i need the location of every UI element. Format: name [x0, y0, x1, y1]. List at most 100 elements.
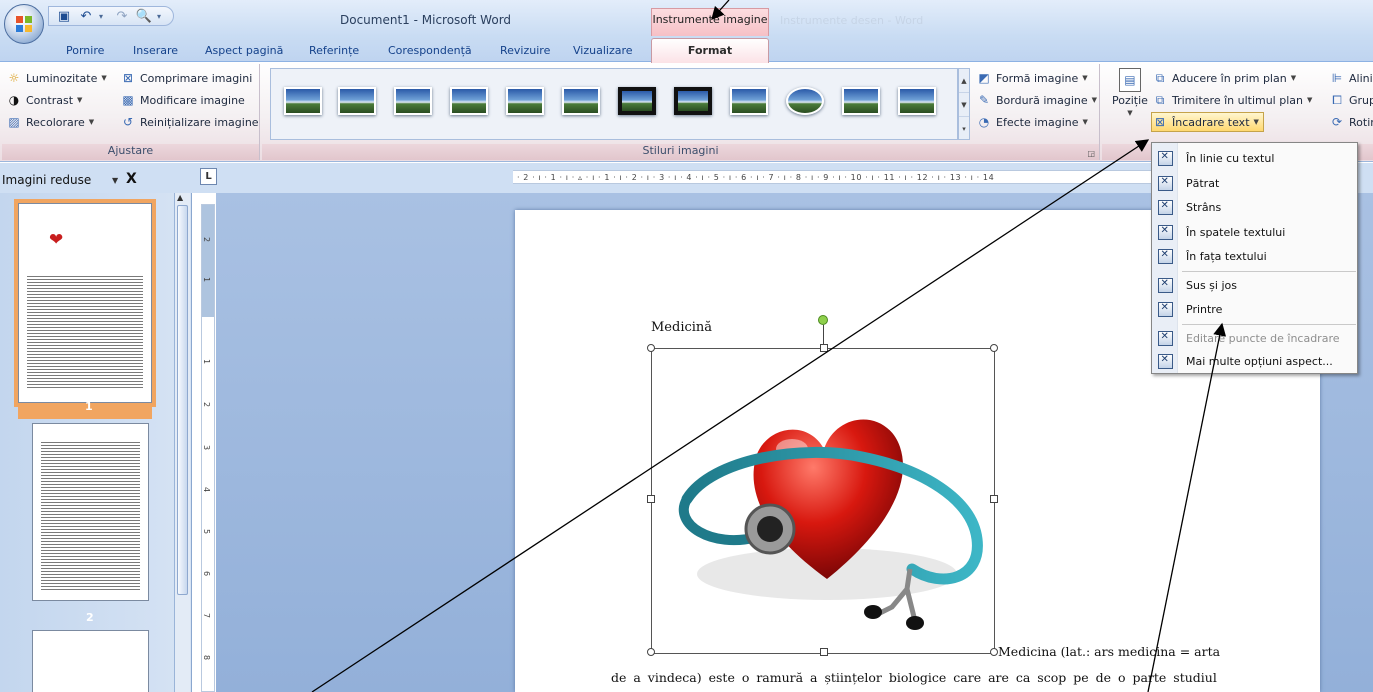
- scroll-thumb[interactable]: [177, 205, 188, 595]
- resize-handle[interactable]: [820, 648, 828, 656]
- tab-aspect-pagina[interactable]: Aspect pagină: [205, 44, 283, 57]
- document-text-line-2[interactable]: de a vindeca) este o ramură a științelor…: [611, 670, 1217, 685]
- sun-icon: ☼: [8, 71, 20, 85]
- redo-icon[interactable]: ↷: [113, 8, 131, 24]
- text-wrap-icon: ⊠: [1154, 115, 1166, 129]
- heart-thumbnail-icon: ❤: [49, 230, 64, 250]
- picture-styles-gallery: [270, 68, 958, 140]
- vertical-ruler[interactable]: 2 1 1 2 3 4 5 6 7 8: [201, 204, 215, 692]
- page-number-1: 1: [85, 400, 93, 413]
- scroll-up-icon[interactable]: ▲: [177, 193, 183, 202]
- picture-style-8[interactable]: [671, 81, 715, 121]
- resize-handle[interactable]: [647, 495, 655, 503]
- window-title: Document1 - Microsoft Word: [340, 13, 512, 27]
- menu-item-behind-text[interactable]: În spatele textului: [1152, 220, 1357, 244]
- picture-border-button[interactable]: ✎ Bordură imagine ▼: [976, 90, 1097, 110]
- document-text-line-1[interactable]: Medicina (lat.: ars medicina = arta: [998, 644, 1220, 659]
- picture-style-2[interactable]: [335, 81, 379, 121]
- picture-style-4[interactable]: [447, 81, 491, 121]
- picture-effects-button[interactable]: ◔ Efecte imagine ▼: [976, 112, 1088, 132]
- menu-item-more-layout-options[interactable]: Mai multe opțiuni aspect...: [1152, 349, 1357, 373]
- save-icon[interactable]: ▣: [55, 8, 73, 24]
- horizontal-ruler[interactable]: · 2 · ı · 1 · ı · ▵ · ı · 1 · ı · 2 · ı …: [513, 170, 1168, 184]
- tab-revizuire[interactable]: Revizuire: [500, 44, 550, 57]
- thumbnails-dropdown-icon[interactable]: ▼: [112, 176, 118, 185]
- picture-style-3[interactable]: [391, 81, 435, 121]
- rotate-button[interactable]: ⟳ Rotire▼: [1329, 112, 1373, 132]
- group-label-adjust: Ajustare: [2, 144, 259, 160]
- undo-icon[interactable]: ↶: [77, 8, 95, 24]
- resize-handle[interactable]: [820, 344, 828, 352]
- gallery-more-icon[interactable]: ▾: [959, 117, 969, 141]
- compress-pictures-button[interactable]: ⊠ Comprimare imagini: [120, 68, 252, 88]
- page-thumbnail-1[interactable]: ❤: [14, 199, 156, 407]
- context-tab-group-label: Instrumente imagine: [651, 8, 769, 36]
- resize-handle[interactable]: [990, 648, 998, 656]
- bring-to-front-button[interactable]: ⧉ Aducere în prim plan ▼: [1152, 68, 1296, 88]
- align-button[interactable]: ⊫ Aliniere: [1329, 68, 1373, 88]
- top-bottom-wrap-icon: [1152, 277, 1178, 293]
- picture-style-9[interactable]: [727, 81, 771, 121]
- shape-icon: ◩: [978, 71, 990, 85]
- picture-style-7[interactable]: [615, 81, 659, 121]
- group-label-picture-styles: Stiluri imagini: [262, 144, 1099, 160]
- print-preview-icon[interactable]: 🔍: [135, 8, 153, 24]
- document-heading[interactable]: Medicină: [651, 320, 712, 335]
- text-wrapping-menu: În linie cu textul Pătrat Strâns În spat…: [1151, 142, 1358, 374]
- position-button[interactable]: ▤ Poziție ▼: [1112, 68, 1148, 117]
- group-picture-styles: ▲ ▼ ▾ ◩ Formă imagine ▼ ✎ Bordură imagine…: [262, 64, 1100, 160]
- tab-format[interactable]: Format: [651, 38, 769, 63]
- menu-item-tight[interactable]: Strâns: [1152, 195, 1357, 219]
- office-button[interactable]: [4, 4, 44, 44]
- undo-dropdown-icon[interactable]: ▾: [99, 12, 109, 21]
- picture-shape-button[interactable]: ◩ Formă imagine ▼: [976, 68, 1087, 88]
- picture-style-10[interactable]: [783, 81, 827, 121]
- tab-inserare[interactable]: Inserare: [133, 44, 178, 57]
- recolor-icon: ▨: [8, 115, 20, 129]
- change-picture-button[interactable]: ▩ Modificare imagine: [120, 90, 244, 110]
- recolor-button[interactable]: ▨ Recolorare ▼: [6, 112, 94, 132]
- close-icon[interactable]: X: [126, 171, 137, 187]
- picture-style-12[interactable]: [895, 81, 939, 121]
- text-wrapping-button[interactable]: ⊠ Încadrare text ▼: [1151, 112, 1264, 132]
- customize-qat-icon[interactable]: ▾: [157, 12, 167, 21]
- page-number-2: 2: [86, 611, 94, 624]
- thumbnails-scrollbar[interactable]: ▲: [174, 193, 190, 692]
- tab-corespondenta[interactable]: Corespondență: [388, 44, 472, 57]
- heart-stethoscope-image: [678, 419, 983, 630]
- menu-item-in-front-of-text[interactable]: În fața textului: [1152, 244, 1357, 268]
- reset-picture-button[interactable]: ↺ Reinițializare imagine: [120, 112, 259, 132]
- selected-picture[interactable]: [647, 344, 998, 656]
- picture-style-1[interactable]: [281, 81, 325, 121]
- send-to-back-button[interactable]: ⧉ Trimitere în ultimul plan ▼: [1152, 90, 1313, 110]
- ribbon-tabs: Pornire Inserare Aspect pagină Referințe…: [0, 36, 1373, 63]
- menu-item-square[interactable]: Pătrat: [1152, 171, 1357, 195]
- gallery-scroll[interactable]: ▲ ▼ ▾: [958, 68, 970, 140]
- gallery-up-icon[interactable]: ▲: [959, 69, 969, 93]
- menu-item-inline-with-text[interactable]: În linie cu textul: [1152, 146, 1357, 170]
- picture-style-11[interactable]: [839, 81, 883, 121]
- resize-handle[interactable]: [990, 495, 998, 503]
- rotate-icon: ⟳: [1331, 115, 1343, 129]
- resize-handle[interactable]: [647, 344, 655, 352]
- dialog-launcher-icon[interactable]: ◲: [1087, 149, 1095, 158]
- menu-item-through[interactable]: Printre: [1152, 297, 1357, 321]
- effects-icon: ◔: [978, 115, 990, 129]
- thumbnail-text-lines: [41, 440, 140, 590]
- picture-style-6[interactable]: [559, 81, 603, 121]
- page-thumbnail-3[interactable]: [32, 630, 149, 692]
- resize-handle[interactable]: [647, 648, 655, 656]
- rotate-handle[interactable]: [818, 315, 828, 325]
- tab-vizualizare[interactable]: Vizualizare: [573, 44, 633, 57]
- group-button[interactable]: ⧠ Grupare: [1329, 90, 1373, 110]
- gallery-down-icon[interactable]: ▼: [959, 93, 969, 117]
- picture-style-5[interactable]: [503, 81, 547, 121]
- brightness-button[interactable]: ☼ Luminozitate ▼: [6, 68, 107, 88]
- tab-referinte[interactable]: Referințe: [309, 44, 359, 57]
- contrast-button[interactable]: ◑ Contrast ▼: [6, 90, 83, 110]
- menu-item-top-and-bottom[interactable]: Sus și jos: [1152, 273, 1357, 297]
- tab-pornire[interactable]: Pornire: [66, 44, 104, 57]
- resize-handle[interactable]: [990, 344, 998, 352]
- tab-selector[interactable]: L: [200, 168, 217, 185]
- page-thumbnail-2[interactable]: [32, 423, 149, 601]
